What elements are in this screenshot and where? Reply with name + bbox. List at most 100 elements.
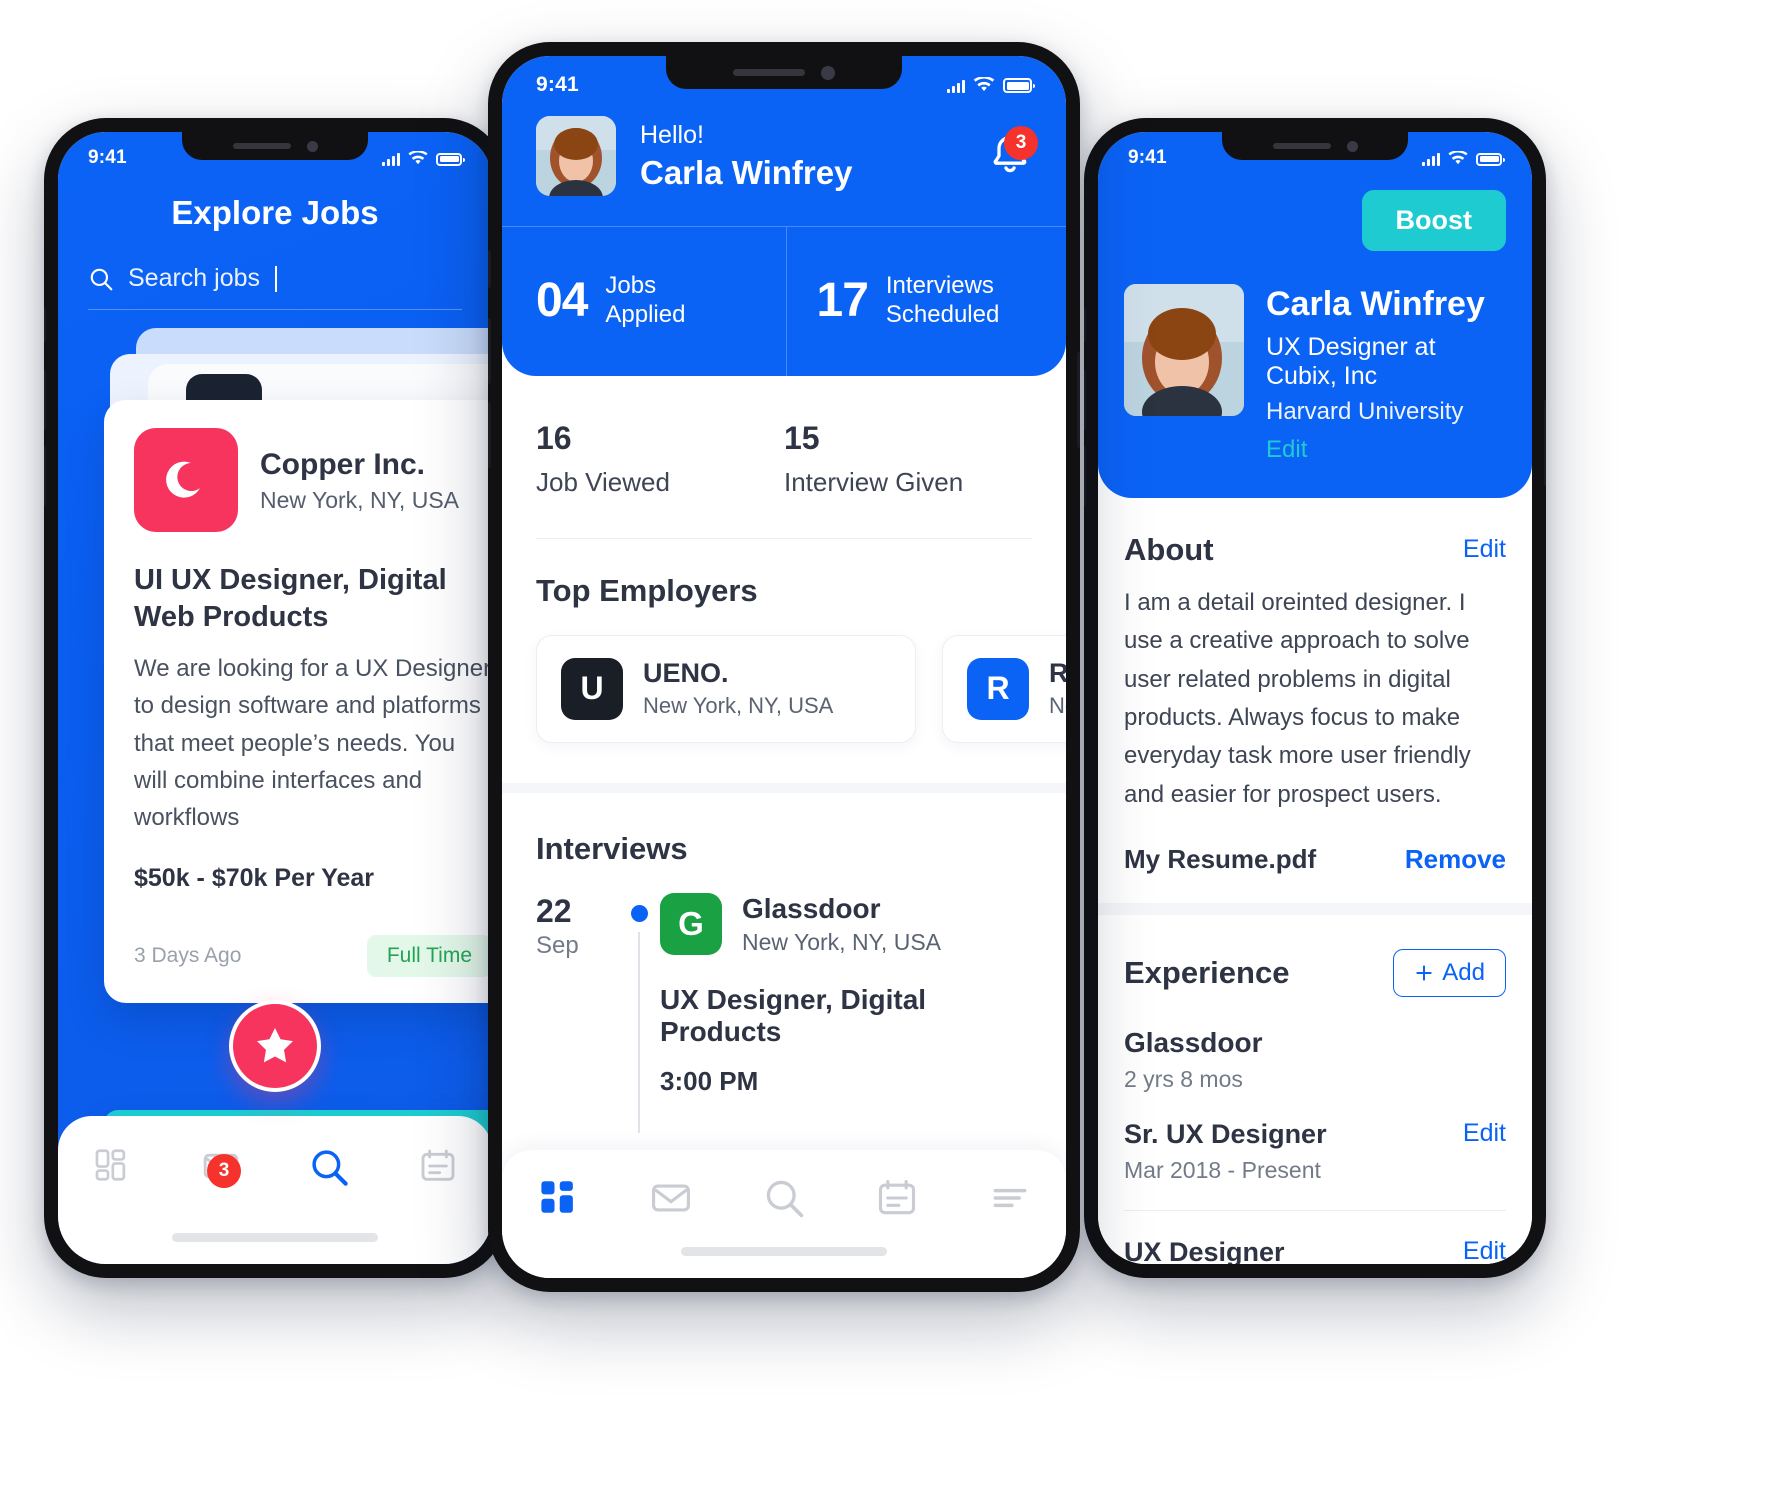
- status-bar: 9:41: [502, 56, 1066, 114]
- phone-right-profile: 9:41 Boost Carla Winfrey UX Designer at …: [1084, 118, 1546, 1278]
- interview-logo-letter: G: [678, 905, 704, 943]
- battery-icon: [1003, 78, 1035, 93]
- favorite-star-button[interactable]: [229, 1000, 321, 1092]
- employer-card[interactable]: R Ra Ne: [942, 634, 1066, 743]
- about-edit-link[interactable]: Edit: [1463, 535, 1506, 564]
- add-label: Add: [1442, 959, 1485, 987]
- star-icon: [256, 1027, 294, 1063]
- status-indicators: [382, 150, 465, 166]
- tab-messages[interactable]: 3: [167, 1146, 276, 1188]
- stat-label-line2: Applied: [605, 301, 686, 329]
- job-title: UI UX Designer, Digital Web Products: [134, 564, 447, 634]
- avatar-illustration: [536, 116, 616, 196]
- employer-name: Ra: [1049, 658, 1066, 689]
- job-posted-time: 3 Days Ago: [134, 944, 242, 968]
- experience-role-edit-link[interactable]: Edit: [1463, 1119, 1506, 1148]
- experience-company-name: Glassdoor: [1124, 1027, 1263, 1059]
- profile-role: UX Designer at Cubix, Inc: [1266, 332, 1436, 390]
- employer-text-block: UENO. New York, NY, USA: [643, 658, 833, 719]
- messages-badge: 3: [207, 1154, 241, 1188]
- employer-logo-letter: R: [986, 670, 1010, 707]
- interview-item[interactable]: 22 Sep G Glassdoor New York, NY, USA UX …: [502, 893, 1066, 1133]
- search-input[interactable]: Search jobs: [88, 264, 462, 310]
- about-title: About: [1124, 531, 1214, 567]
- volume-down-button[interactable]: [1084, 446, 1086, 506]
- home-indicator: [172, 1233, 378, 1242]
- copper-inc-logo-icon: [134, 428, 238, 532]
- stat-job-viewed: 16 Job Viewed: [536, 420, 784, 498]
- tab-search[interactable]: [275, 1146, 384, 1188]
- stat-label: Job Viewed: [536, 466, 670, 497]
- job-card-header: Copper Inc. New York, NY, USA: [134, 428, 492, 532]
- boost-button[interactable]: Boost: [1361, 190, 1506, 251]
- job-card[interactable]: Copper Inc. New York, NY, USA UI UX Desi…: [104, 400, 492, 1004]
- notification-badge: 3: [1004, 125, 1038, 160]
- cellular-signal-icon: [947, 79, 965, 93]
- battery-icon: [436, 152, 465, 166]
- user-avatar[interactable]: [536, 116, 616, 196]
- stat-interviews-scheduled: 17 Interviews Scheduled: [785, 227, 1067, 376]
- profile-photo: [1124, 284, 1244, 416]
- experience-header: Experience Add: [1124, 949, 1506, 998]
- volume-up-button[interactable]: [488, 318, 491, 384]
- employer-location: Ne: [1049, 693, 1066, 719]
- interview-date: 22 Sep: [536, 893, 618, 1133]
- tab-menu[interactable]: [953, 1176, 1066, 1220]
- employer-card[interactable]: U UENO. New York, NY, USA: [536, 634, 916, 743]
- employer-logo-letter: U: [580, 670, 604, 707]
- job-card-company-block: Copper Inc. New York, NY, USA: [260, 446, 459, 514]
- interview-role: UX Designer, Digital Products: [660, 983, 927, 1047]
- front-camera: [306, 140, 318, 152]
- volume-up-button[interactable]: [1084, 370, 1086, 430]
- power-button[interactable]: [1077, 352, 1080, 448]
- job-type-chip: Full Time: [366, 935, 492, 978]
- experience-role-row: UX Designer Mar 2016 - Jun 2018 Edit: [1124, 1237, 1506, 1264]
- job-salary: $50k - $70k Per Year: [134, 864, 375, 893]
- greeting-row: Hello! Carla Winfrey 3: [502, 114, 1066, 226]
- employer-location: New York, NY, USA: [643, 693, 834, 719]
- mute-switch[interactable]: [1084, 308, 1086, 342]
- notifications-button[interactable]: 3: [988, 125, 1038, 181]
- tab-search[interactable]: [728, 1176, 841, 1220]
- tab-messages[interactable]: [615, 1176, 728, 1220]
- stat-label-line1: Jobs: [605, 272, 657, 299]
- power-button[interactable]: [1544, 400, 1546, 486]
- experience-role-dates: Mar 2018 - Present: [1124, 1157, 1321, 1184]
- volume-up-button[interactable]: [44, 370, 46, 430]
- experience-role-edit-link[interactable]: Edit: [1463, 1237, 1506, 1264]
- profile-university: Harvard University: [1266, 397, 1464, 425]
- user-name: Carla Winfrey: [640, 153, 853, 191]
- profile-edit-link[interactable]: Edit: [1266, 436, 1506, 464]
- experience-section: Experience Add Glassdoor 2 yrs 8 mos Sr.…: [1098, 915, 1532, 1264]
- calendar-icon: [878, 1179, 915, 1215]
- profile-name: Carla Winfrey: [1266, 285, 1485, 323]
- volume-down-button[interactable]: [44, 446, 46, 506]
- plus-icon: [1416, 965, 1432, 981]
- stat-label-line1: Interviews: [885, 272, 994, 299]
- stat-value: 15: [784, 419, 820, 456]
- volume-down-button[interactable]: [488, 402, 491, 468]
- employer-name: UENO.: [643, 658, 729, 689]
- about-section: About Edit I am a detail oreinted design…: [1098, 498, 1532, 814]
- tab-calendar[interactable]: [840, 1176, 953, 1220]
- right-screen: 9:41 Boost Carla Winfrey UX Designer at …: [1098, 132, 1532, 1264]
- resume-remove-link[interactable]: Remove: [1405, 844, 1506, 875]
- cellular-signal-icon: [1422, 152, 1440, 166]
- tab-dashboard[interactable]: [58, 1146, 167, 1184]
- tab-dashboard[interactable]: [502, 1176, 615, 1218]
- job-company-name: Copper Inc.: [260, 448, 426, 482]
- center-screen: 9:41 Hello! Carla Winfrey 3 04 Jobs Appl…: [502, 56, 1066, 1278]
- stat-interview-given: 15 Interview Given: [784, 420, 1032, 498]
- mute-switch[interactable]: [44, 308, 46, 342]
- resume-filename: My Resume.pdf: [1124, 844, 1317, 875]
- timeline-dot-icon: [630, 904, 648, 922]
- add-experience-button[interactable]: Add: [1393, 949, 1506, 998]
- interview-month: Sep: [536, 931, 579, 959]
- employer-logo-icon: U: [561, 657, 623, 720]
- resume-row: My Resume.pdf Remove: [1098, 814, 1532, 875]
- search-icon: [312, 1150, 348, 1186]
- tab-calendar[interactable]: [384, 1146, 493, 1186]
- employer-logo-icon: R: [967, 657, 1029, 720]
- status-time: 9:41: [1128, 147, 1167, 168]
- status-indicators: [947, 77, 1035, 93]
